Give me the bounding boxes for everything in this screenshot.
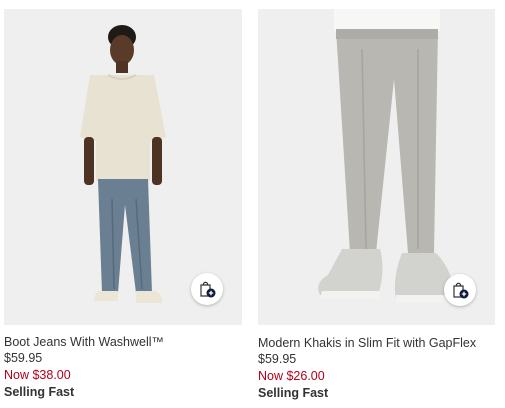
product-image-modern-khakis[interactable] [258, 9, 495, 325]
selling-fast-badge: Selling Fast [4, 385, 75, 399]
sale-price: Now $38.00 [4, 368, 71, 382]
sale-price: Now $26.00 [258, 369, 325, 383]
product-image-boot-jeans[interactable] [4, 9, 242, 325]
quick-add-button[interactable] [191, 273, 223, 305]
original-price: $59.95 [258, 352, 297, 366]
product-name[interactable]: Boot Jeans With Washwell™ [4, 334, 242, 350]
quick-add-button[interactable] [444, 274, 476, 306]
product-card-modern-khakis[interactable]: Modern Khakis in Slim Fit with GapFlex $… [258, 0, 495, 402]
product-info: Boot Jeans With Washwell™ $59.95 Now $38… [4, 325, 242, 401]
product-grid: Boot Jeans With Washwell™ $59.95 Now $38… [0, 0, 505, 408]
selling-fast-badge: Selling Fast [258, 386, 329, 400]
product-card-boot-jeans[interactable]: Boot Jeans With Washwell™ $59.95 Now $38… [4, 0, 242, 401]
shopping-bag-plus-icon [453, 282, 469, 299]
original-price: $59.95 [4, 351, 43, 365]
product-info: Modern Khakis in Slim Fit with GapFlex $… [258, 325, 495, 402]
product-name[interactable]: Modern Khakis in Slim Fit with GapFlex [258, 335, 495, 351]
shopping-bag-plus-icon [200, 281, 216, 298]
